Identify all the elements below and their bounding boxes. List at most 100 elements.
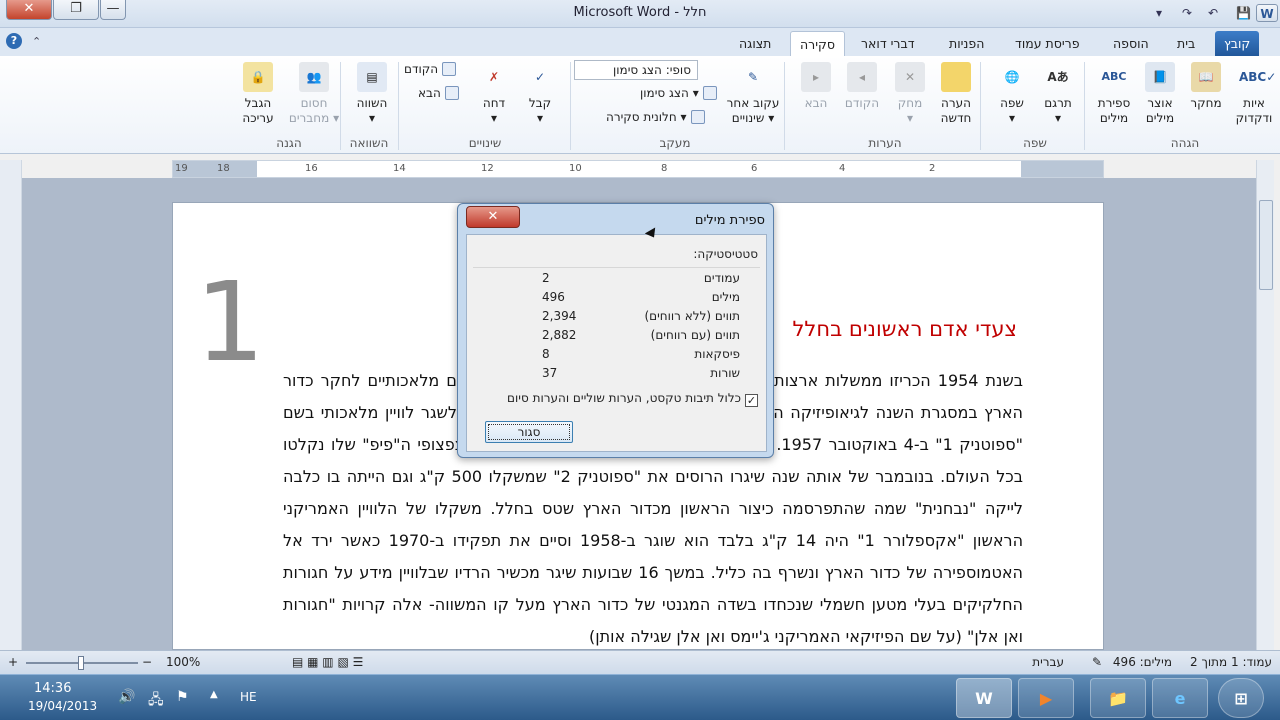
view-buttons[interactable]: ▤ ▦ ▥ ▧ ☰ — [292, 655, 363, 669]
taskbar-word-icon[interactable]: W — [956, 678, 1012, 718]
ruler-margin-right — [1021, 161, 1103, 177]
ruler-tick: 10 — [569, 163, 582, 174]
minimize-ribbon-icon[interactable]: ⌃ — [32, 35, 41, 48]
show-markup-button[interactable]: הצג סימון ▾ — [640, 84, 717, 102]
qat-more-button[interactable]: ▾ — [1156, 3, 1162, 23]
close-window-button[interactable]: ✕ — [6, 0, 52, 20]
redo-button[interactable]: ↷ — [1182, 3, 1192, 23]
previous-change-button[interactable]: הקודם — [404, 60, 457, 78]
compare-button[interactable]: ▤ השווה ▾ — [346, 62, 398, 126]
stat-value: 2,394 — [542, 309, 577, 323]
tab-mailings[interactable]: דברי דואר — [852, 31, 924, 56]
group-protect-label: הגנה — [276, 136, 302, 150]
group-language-label: שפה — [1023, 136, 1047, 150]
display-markup-dropdown[interactable]: סופי: הצג סימון — [574, 60, 698, 80]
compare-dropdown-icon: ▾ — [368, 111, 376, 125]
volume-icon[interactable]: 🔊 — [118, 689, 135, 705]
previous-change-label: הקודם — [404, 62, 439, 76]
tab-insert[interactable]: הוספה — [1104, 31, 1158, 56]
thesaurus-button[interactable]: 📘 אוצר מילים — [1134, 62, 1186, 126]
minimize-window-button[interactable]: — — [100, 0, 126, 20]
accept-button[interactable]: ✓ קבל ▾ — [514, 62, 566, 126]
delete-comment-button[interactable]: ✕ מחק ▾ — [884, 62, 936, 126]
taskbar: 14:36 19/04/2013 🔊 🖧 ⚑ ▲ HE W ▶ 📁 e ⊞ — [0, 674, 1280, 720]
stat-row: מילים 496 — [480, 290, 740, 308]
show-hidden-icons[interactable]: ▲ — [210, 689, 218, 700]
taskbar-media-player-icon[interactable]: ▶ — [1018, 678, 1074, 718]
dialog-close-button[interactable]: ✕ — [466, 206, 520, 228]
new-comment-button[interactable]: הערה חדשה — [930, 62, 982, 126]
save-button[interactable]: 💾 — [1236, 3, 1251, 23]
tab-page-layout[interactable]: פריסת עמוד — [1006, 31, 1089, 56]
translate-button[interactable]: Aあ תרגם ▾ — [1032, 62, 1084, 126]
compare-documents-icon: ▤ — [357, 62, 387, 92]
group-comments-label: הערות — [868, 136, 902, 150]
taskbar-ie-icon[interactable]: e — [1152, 678, 1208, 718]
tab-references[interactable]: הפניות — [940, 31, 993, 56]
tab-view[interactable]: תצוגה — [730, 31, 780, 56]
reviewing-pane-icon — [690, 110, 705, 124]
delete-comment-icon: ✕ — [895, 62, 925, 92]
group-changes-label: שינויים — [468, 136, 502, 150]
language-status[interactable]: עברית — [1032, 655, 1064, 669]
action-center-icon[interactable]: ⚑ — [176, 689, 189, 705]
tab-file[interactable]: קובץ — [1215, 31, 1260, 56]
stat-row: שורות 37 — [480, 366, 740, 384]
tab-home[interactable]: בית — [1168, 31, 1204, 56]
zoom-slider-thumb[interactable] — [78, 656, 84, 670]
reject-label: דחה — [482, 96, 506, 110]
proofing-status-icon[interactable]: ✎ — [1092, 655, 1102, 669]
tab-review[interactable]: סקירה — [790, 31, 845, 56]
stat-value: 496 — [542, 290, 565, 304]
restrict-lock-icon: 🔒 — [243, 62, 273, 92]
page-count-status[interactable]: עמוד: 1 מתוך 2 — [1190, 655, 1272, 669]
word-count-dialog: ספירת מילים ✕ סטטיסטיקה: עמודים 2 מילים 49… — [457, 203, 774, 458]
restrict-editing-button[interactable]: 🔒 הגבל עריכה — [232, 62, 284, 126]
block-authors-button[interactable]: 👥 חסום מחברים ▾ — [288, 62, 340, 126]
clock-time[interactable]: 14:36 — [34, 681, 71, 696]
clock-date[interactable]: 19/04/2013 — [28, 699, 97, 713]
undo-button[interactable]: ↶ — [1208, 3, 1218, 23]
ribbon: ABC✓ איות ודקדוק 📖 מחקר 📘 אוצר מילים ABC ספירת… — [0, 56, 1280, 154]
restore-window-button[interactable]: ❐ — [53, 0, 99, 20]
previous-comment-button[interactable]: ◂ הקודם — [836, 62, 888, 111]
zoom-in-button[interactable]: + — [8, 655, 18, 669]
word-app-icon[interactable]: W — [1256, 4, 1278, 22]
dialog-body: סטטיסטיקה: עמודים 2 מילים 496 תווים (ללא ר… — [466, 234, 767, 452]
word-count-button[interactable]: ABC ספירת מילים — [1088, 62, 1140, 126]
accept-label: קבל — [528, 96, 552, 110]
research-button[interactable]: 📖 מחקר — [1180, 62, 1232, 111]
stat-label: תווים (ללא רווחים) — [644, 309, 740, 323]
reject-x-icon: ✗ — [488, 70, 500, 84]
zoom-level[interactable]: 100% — [166, 655, 200, 669]
include-textboxes-checkbox[interactable]: ✓ כלול תיבות טקסט, הערות שוליים והערות סי… — [507, 391, 758, 407]
taskbar-explorer-icon[interactable]: 📁 — [1090, 678, 1146, 718]
track-changes-button[interactable]: ✎ עקוב אחר שינויים ▾ — [724, 62, 782, 126]
input-language[interactable]: HE — [240, 690, 257, 704]
ruler-tick: 18 — [217, 163, 230, 174]
language-button[interactable]: 🌐 שפה ▾ — [986, 62, 1038, 126]
spelling-button[interactable]: ABC✓ איות ודקדוק — [1228, 62, 1280, 126]
reviewing-pane-button[interactable]: חלונית סקירה ▾ — [606, 108, 705, 126]
checkbox-check-icon[interactable]: ✓ — [745, 394, 758, 407]
scroll-thumb[interactable] — [1259, 200, 1273, 290]
horizontal-ruler[interactable]: 19 18 16 14 12 10 8 6 4 2 — [172, 160, 1104, 178]
network-icon[interactable]: 🖧 — [148, 689, 164, 713]
help-icon[interactable]: ? — [6, 33, 22, 49]
ruler-tick: 4 — [839, 163, 846, 174]
word-logo-icon: W — [1260, 7, 1274, 21]
word-count-status[interactable]: מילים: 496 — [1113, 655, 1172, 669]
group-tracking-label: מעקב — [659, 136, 691, 150]
close-dialog-button[interactable]: סגור — [485, 421, 573, 443]
next-comment-button[interactable]: ▸ הבא — [790, 62, 842, 111]
stat-label: שורות — [710, 366, 740, 380]
word-count-label: ספירת מילים — [1097, 96, 1131, 125]
zoom-out-button[interactable]: − — [142, 655, 152, 669]
reject-button[interactable]: ✗ דחה ▾ — [468, 62, 520, 126]
checkbox-label: כלול תיבות טקסט, הערות שוליים והערות סיו… — [507, 391, 741, 405]
start-button-icon[interactable]: ⊞ — [1218, 678, 1264, 718]
vertical-scrollbar[interactable] — [1256, 160, 1274, 650]
next-change-button[interactable]: הבא — [418, 84, 459, 102]
comment-icon — [941, 62, 971, 92]
stat-label: פיסקאות — [694, 347, 740, 361]
